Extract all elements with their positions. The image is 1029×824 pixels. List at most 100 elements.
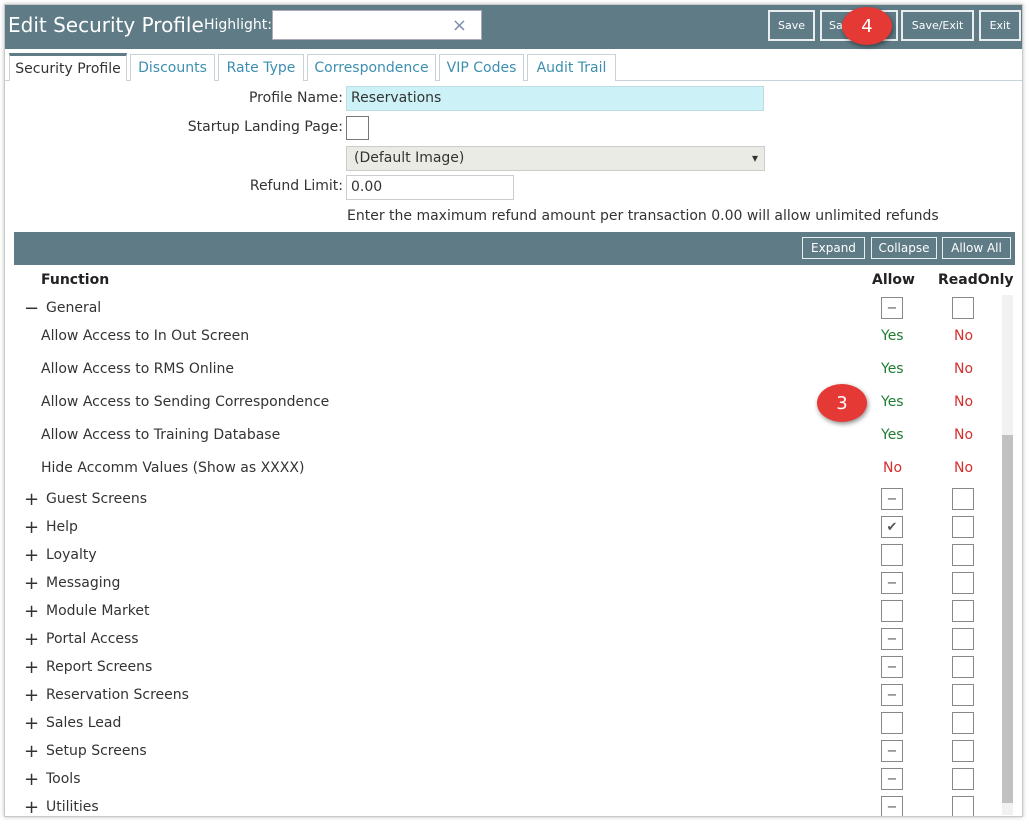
function-label: Allow Access to In Out Screen bbox=[41, 328, 250, 344]
expand-icon[interactable]: + bbox=[24, 743, 39, 761]
highlight-input[interactable]: × bbox=[272, 10, 482, 40]
expand-icon[interactable]: + bbox=[24, 771, 39, 789]
highlight-label: Highlight: bbox=[204, 17, 272, 33]
readonly-no-toggle[interactable]: No bbox=[954, 361, 973, 377]
readonly-checkbox[interactable] bbox=[952, 656, 974, 678]
readonly-checkbox[interactable] bbox=[952, 796, 974, 816]
refund-limit-input[interactable]: 0.00 bbox=[346, 175, 514, 200]
function-label: Hide Accomm Values (Show as XXXX) bbox=[41, 460, 305, 476]
expand-icon[interactable]: + bbox=[24, 659, 39, 677]
allow-yes-toggle[interactable]: Yes bbox=[881, 427, 904, 443]
group-row-messaging: + Messaging − bbox=[14, 572, 999, 596]
allow-checkbox[interactable]: ✔ bbox=[881, 516, 903, 538]
tab-vip-codes[interactable]: VIP Codes bbox=[439, 54, 524, 81]
allow-checkbox[interactable] bbox=[881, 600, 903, 622]
tab-discounts[interactable]: Discounts bbox=[130, 54, 215, 81]
allow-checkbox[interactable]: − bbox=[881, 684, 903, 706]
chevron-down-icon: ▾ bbox=[751, 151, 758, 165]
group-label: Reservation Screens bbox=[46, 687, 189, 703]
tab-security-profile[interactable]: Security Profile bbox=[9, 53, 127, 81]
allow-checkbox[interactable]: − bbox=[881, 740, 903, 762]
allow-checkbox[interactable]: − bbox=[881, 572, 903, 594]
tab-bar: Security Profile Discounts Rate Type Cor… bbox=[5, 52, 1022, 81]
allow-no-toggle[interactable]: No bbox=[883, 460, 902, 476]
collapse-icon[interactable]: − bbox=[24, 300, 39, 318]
function-label: Allow Access to Training Database bbox=[41, 427, 281, 443]
allow-checkbox[interactable] bbox=[881, 712, 903, 734]
readonly-checkbox[interactable] bbox=[952, 628, 974, 650]
group-row-general: − General − bbox=[14, 297, 999, 325]
startup-landing-label: Startup Landing Page: bbox=[187, 119, 343, 135]
function-row: Allow Access to In Out Screen Yes No bbox=[14, 328, 999, 348]
allow-yes-toggle[interactable]: Yes bbox=[881, 394, 904, 410]
group-label: Messaging bbox=[46, 575, 121, 591]
allow-checkbox[interactable]: − bbox=[881, 796, 903, 816]
profile-name-label: Profile Name: bbox=[248, 90, 343, 106]
clear-icon[interactable]: × bbox=[452, 15, 467, 36]
startup-landing-value: (Default Image) bbox=[354, 150, 465, 166]
allow-checkbox[interactable]: − bbox=[881, 628, 903, 650]
save-button[interactable]: Save bbox=[768, 10, 815, 41]
allow-yes-toggle[interactable]: Yes bbox=[881, 328, 904, 344]
expand-icon[interactable]: + bbox=[24, 547, 39, 565]
tab-correspondence[interactable]: Correspondence bbox=[307, 54, 436, 81]
expand-icon[interactable]: + bbox=[24, 491, 39, 509]
group-row-help: + Help ✔ bbox=[14, 516, 999, 540]
group-label: Setup Screens bbox=[46, 743, 147, 759]
group-label: General bbox=[46, 300, 102, 316]
allow-yes-toggle[interactable]: Yes bbox=[881, 361, 904, 377]
allow-checkbox[interactable]: − bbox=[881, 297, 903, 319]
allow-all-button[interactable]: Allow All bbox=[942, 237, 1011, 259]
save-exit-button[interactable]: Save/Exit bbox=[901, 10, 974, 41]
readonly-checkbox[interactable] bbox=[952, 488, 974, 510]
group-row-guest-screens: + Guest Screens − bbox=[14, 488, 999, 512]
expand-icon[interactable]: + bbox=[24, 799, 39, 817]
function-label: Allow Access to Sending Correspondence bbox=[41, 394, 330, 410]
group-row-portal-access: + Portal Access − bbox=[14, 628, 999, 652]
function-column-header: Function bbox=[41, 272, 110, 288]
readonly-checkbox[interactable] bbox=[952, 768, 974, 790]
readonly-checkbox[interactable] bbox=[952, 684, 974, 706]
allow-checkbox[interactable]: − bbox=[881, 768, 903, 790]
group-label: Sales Lead bbox=[46, 715, 122, 731]
tab-rate-type[interactable]: Rate Type bbox=[218, 54, 304, 81]
readonly-no-toggle[interactable]: No bbox=[954, 427, 973, 443]
expand-icon[interactable]: + bbox=[24, 715, 39, 733]
group-label: Guest Screens bbox=[46, 491, 147, 507]
allow-checkbox[interactable]: − bbox=[881, 656, 903, 678]
readonly-no-toggle[interactable]: No bbox=[954, 394, 973, 410]
tab-audit-trail[interactable]: Audit Trail bbox=[527, 54, 616, 81]
readonly-checkbox[interactable] bbox=[952, 544, 974, 566]
readonly-checkbox[interactable] bbox=[952, 572, 974, 594]
startup-landing-image-box[interactable] bbox=[346, 116, 369, 140]
readonly-no-toggle[interactable]: No bbox=[954, 328, 973, 344]
allow-checkbox[interactable]: − bbox=[881, 488, 903, 510]
readonly-checkbox[interactable] bbox=[952, 600, 974, 622]
refund-limit-label: Refund Limit: bbox=[249, 178, 343, 194]
readonly-checkbox[interactable] bbox=[952, 516, 974, 538]
readonly-checkbox[interactable] bbox=[952, 740, 974, 762]
expand-icon[interactable]: + bbox=[24, 575, 39, 593]
expand-button[interactable]: Expand bbox=[802, 237, 865, 259]
security-profile-window: Edit Security Profile Highlight: × Save … bbox=[4, 4, 1023, 817]
expand-icon[interactable]: + bbox=[24, 631, 39, 649]
expand-icon[interactable]: + bbox=[24, 603, 39, 621]
readonly-checkbox[interactable] bbox=[952, 297, 974, 319]
function-row: Hide Accomm Values (Show as XXXX) No No bbox=[14, 460, 999, 480]
group-row-loyalty: + Loyalty bbox=[14, 544, 999, 568]
startup-landing-select[interactable]: (Default Image) ▾ bbox=[346, 146, 765, 171]
collapse-button[interactable]: Collapse bbox=[871, 237, 937, 259]
group-label: Utilities bbox=[46, 799, 99, 815]
readonly-checkbox[interactable] bbox=[952, 712, 974, 734]
exit-button[interactable]: Exit bbox=[979, 10, 1021, 41]
grid-scrollbar[interactable] bbox=[1002, 295, 1013, 815]
readonly-no-toggle[interactable]: No bbox=[954, 460, 973, 476]
allow-checkbox[interactable] bbox=[881, 544, 903, 566]
group-row-setup-screens: + Setup Screens − bbox=[14, 740, 999, 764]
profile-name-input[interactable]: Reservations bbox=[346, 86, 764, 111]
expand-icon[interactable]: + bbox=[24, 687, 39, 705]
group-row-module-market: + Module Market bbox=[14, 600, 999, 624]
grid-toolbar: Expand Collapse Allow All bbox=[14, 232, 1015, 265]
scrollbar-thumb[interactable] bbox=[1002, 435, 1013, 803]
expand-icon[interactable]: + bbox=[24, 519, 39, 537]
